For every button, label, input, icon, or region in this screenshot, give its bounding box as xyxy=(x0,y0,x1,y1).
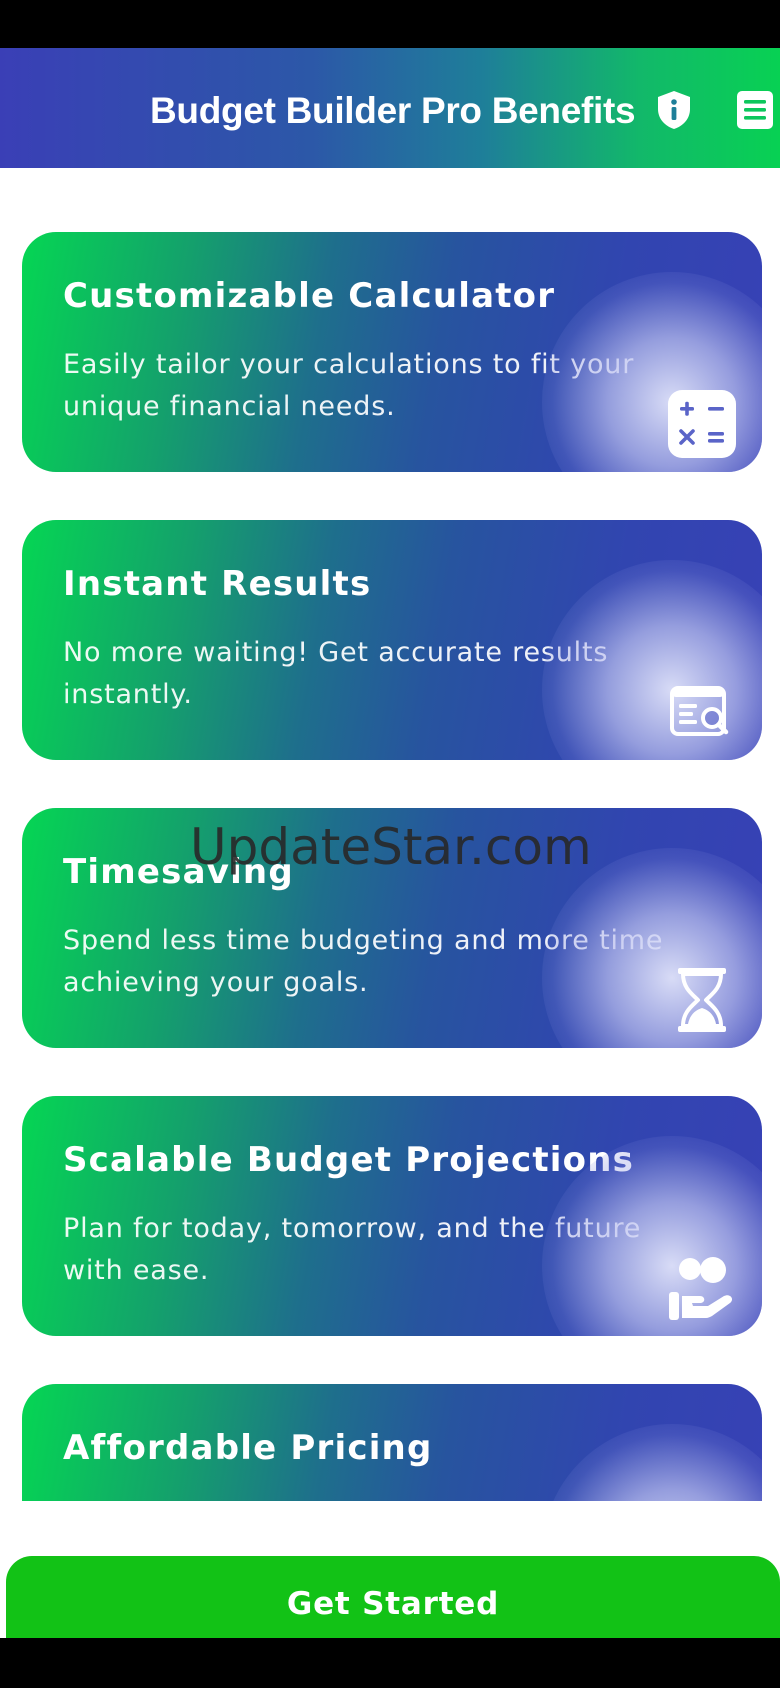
benefit-card-customizable-calculator: Customizable Calculator Easily tailor yo… xyxy=(22,232,762,472)
watermark: UpdateStar.com xyxy=(190,818,592,876)
benefit-description: Plan for today, tomorrow, and the future… xyxy=(63,1213,642,1286)
benefit-description: No more waiting! Get accurate results in… xyxy=(63,637,609,710)
get-started-label: Get Started xyxy=(286,1586,500,1622)
benefit-title: Instant Results xyxy=(63,564,372,604)
benefit-title: Scalable Budget Projections xyxy=(63,1140,635,1180)
benefit-card-instant-results: Instant Results No more waiting! Get acc… xyxy=(22,520,762,760)
results-search-icon xyxy=(666,676,738,748)
benefit-title: Customizable Calculator xyxy=(63,276,556,316)
benefit-description: Easily tailor your calculations to fit y… xyxy=(63,349,635,422)
benefit-card-scalable-budget-projections: Scalable Budget Projections Plan for tod… xyxy=(22,1096,762,1336)
system-navigation-bar xyxy=(0,1638,780,1688)
calculator-icon xyxy=(666,388,738,460)
app-header: Budget Builder Pro Benefits xyxy=(0,48,780,168)
shield-info-icon[interactable] xyxy=(652,88,696,132)
page-title: Budget Builder Pro Benefits xyxy=(150,90,636,131)
status-bar xyxy=(0,0,780,48)
benefit-title: Affordable Pricing xyxy=(63,1428,433,1468)
benefit-card-affordable-pricing: Affordable Pricing xyxy=(22,1384,762,1501)
hand-coins-icon xyxy=(666,1252,738,1324)
menu-document-icon[interactable] xyxy=(733,88,777,132)
benefit-description: Spend less time budgeting and more time … xyxy=(63,925,664,998)
hourglass-icon xyxy=(666,964,738,1036)
